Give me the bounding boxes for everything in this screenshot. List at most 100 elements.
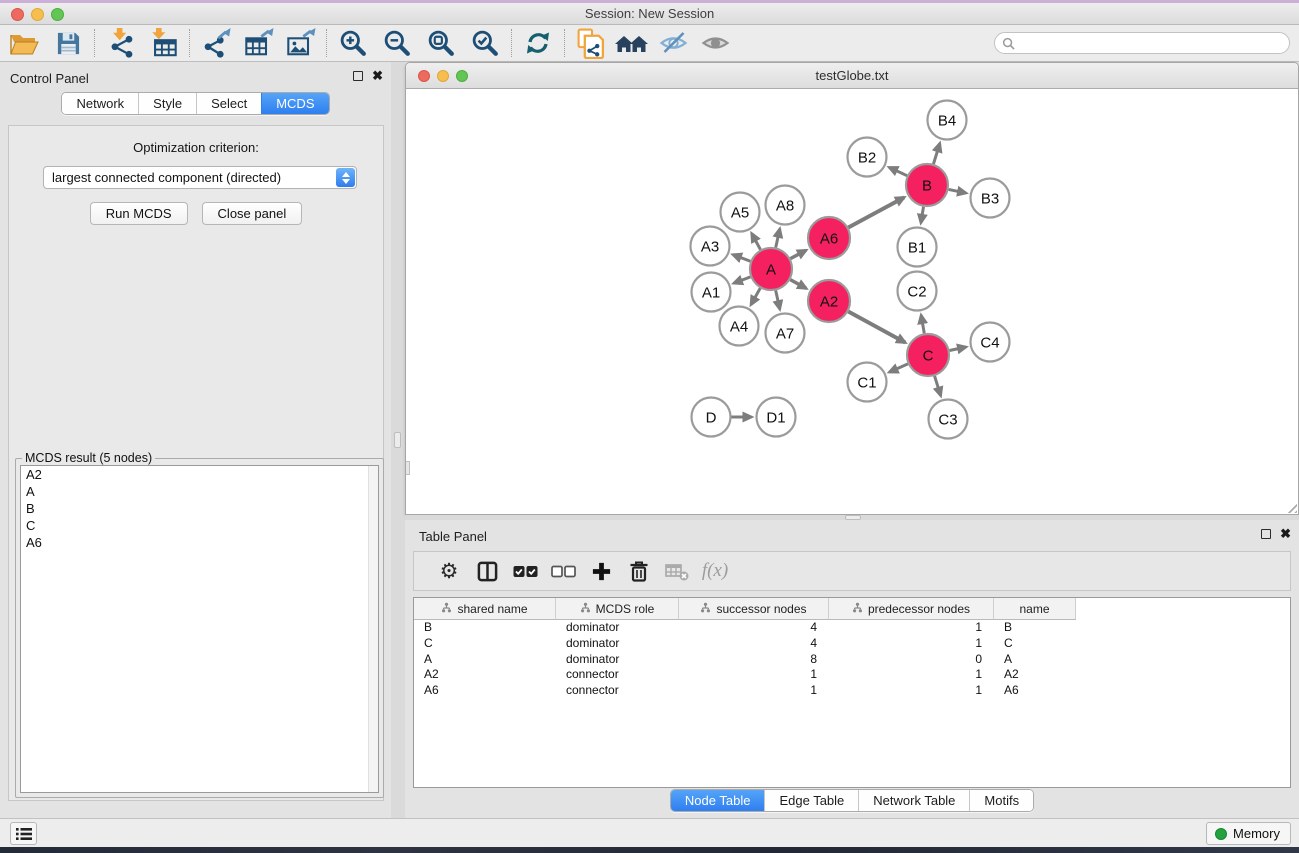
- network-canvas[interactable]: AA1A2A3A4A5A6A7A8BB1B2B3B4CC1C2C3C4DD1: [406, 89, 1298, 514]
- toggle-column-panel-icon[interactable]: [468, 554, 506, 588]
- graph-edge-A-A4[interactable]: [751, 288, 760, 304]
- result-list-item[interactable]: A: [21, 483, 378, 500]
- delete-table-icon[interactable]: [658, 554, 696, 588]
- table-cell: A2: [414, 667, 556, 683]
- graph-edge-A-A2[interactable]: [790, 280, 806, 289]
- task-history-button[interactable]: [10, 822, 37, 845]
- divider-handle[interactable]: [394, 432, 401, 448]
- table-row[interactable]: A6connector11A6: [414, 683, 1290, 699]
- float-panel-icon[interactable]: [1261, 529, 1271, 539]
- tab-mcds[interactable]: MCDS: [261, 93, 328, 114]
- tab-motifs[interactable]: Motifs: [969, 790, 1033, 811]
- status-bar: Memory: [0, 818, 1299, 847]
- refresh-icon[interactable]: [520, 27, 556, 59]
- zoom-fit-glyph: [427, 29, 455, 57]
- new-network-from-selection-icon[interactable]: [573, 27, 609, 59]
- graph-edge-A-A7[interactable]: [776, 290, 780, 309]
- graph-edge-A-A5[interactable]: [752, 234, 761, 250]
- scrollbar-track[interactable]: [368, 466, 378, 792]
- import-table-glyph: [148, 28, 179, 58]
- graph-edge-C-C1[interactable]: [889, 364, 907, 372]
- export-table-glyph: [243, 28, 274, 58]
- show-all-icon[interactable]: [697, 27, 733, 59]
- export-table-icon[interactable]: [240, 27, 276, 59]
- table-row[interactable]: Bdominator41B: [414, 620, 1290, 636]
- result-list-item[interactable]: B: [21, 500, 378, 517]
- add-column-icon[interactable]: [582, 554, 620, 588]
- optimization-dropdown[interactable]: largest connected component (directed): [43, 166, 357, 189]
- graph-edge-A-A3[interactable]: [733, 255, 750, 262]
- tab-edge-table[interactable]: Edge Table: [764, 790, 858, 811]
- save-session-icon[interactable]: [50, 27, 86, 59]
- result-list-item[interactable]: A2: [21, 466, 378, 483]
- zoom-in-glyph: [339, 29, 367, 57]
- attribute-type-icon: [852, 602, 863, 616]
- table-row[interactable]: Adominator80A: [414, 652, 1290, 668]
- graph-edge-A-A1[interactable]: [734, 277, 751, 283]
- graph-edge-A6-B[interactable]: [848, 197, 904, 227]
- export-image-icon[interactable]: [282, 27, 318, 59]
- column-header-MCDS-role[interactable]: MCDS role: [556, 598, 679, 620]
- graph-edge-B-B4[interactable]: [933, 143, 939, 164]
- table-cell: dominator: [556, 620, 679, 636]
- zoom-out-icon[interactable]: [379, 27, 415, 59]
- select-all-icon[interactable]: [506, 554, 544, 588]
- graph-node-label: C3: [938, 411, 957, 428]
- table-cell: A6: [994, 683, 1076, 699]
- column-header-successor-nodes[interactable]: successor nodes: [679, 598, 829, 620]
- graph-edge-B-B1[interactable]: [921, 207, 924, 223]
- search-field[interactable]: [1019, 36, 1289, 50]
- vertical-split-divider[interactable]: [391, 62, 405, 818]
- result-list-item[interactable]: C: [21, 517, 378, 534]
- open-file-icon[interactable]: [6, 27, 42, 59]
- graph-edge-B-B2[interactable]: [889, 167, 907, 175]
- graph-edge-A-A6[interactable]: [790, 250, 806, 258]
- table-row[interactable]: Cdominator41C: [414, 636, 1290, 652]
- column-header-name[interactable]: name: [994, 598, 1076, 620]
- table-cell: A2: [994, 667, 1076, 683]
- zoom-fit-icon[interactable]: [423, 27, 459, 59]
- memory-button[interactable]: Memory: [1206, 822, 1291, 845]
- import-network-icon[interactable]: [103, 27, 139, 59]
- graph-edge-A-A8[interactable]: [776, 229, 780, 248]
- hide-selected-icon[interactable]: [655, 27, 691, 59]
- column-header-predecessor-nodes[interactable]: predecessor nodes: [829, 598, 994, 620]
- mcds-result-legend: MCDS result (5 nodes): [22, 451, 155, 465]
- import-table-icon[interactable]: [145, 27, 181, 59]
- float-panel-icon[interactable]: [353, 71, 363, 81]
- result-list-item[interactable]: A6: [21, 534, 378, 551]
- close-panel-icon[interactable]: ✖: [372, 71, 383, 81]
- delete-column-icon[interactable]: [620, 554, 658, 588]
- graph-edge-C-C2[interactable]: [921, 315, 924, 333]
- column-header-shared-name[interactable]: shared name: [414, 598, 556, 620]
- zoom-in-icon[interactable]: [335, 27, 371, 59]
- graph-node-label: A3: [701, 238, 719, 255]
- network-window-titlebar[interactable]: testGlobe.txt: [406, 63, 1298, 89]
- settings-gear-icon[interactable]: ⚙: [430, 554, 468, 588]
- tab-style[interactable]: Style: [138, 93, 196, 114]
- graph-node-label: D1: [766, 409, 785, 426]
- graph-edge-C-C3[interactable]: [935, 376, 941, 396]
- first-neighbors-icon[interactable]: [613, 27, 649, 59]
- table-cell: 1: [679, 683, 829, 699]
- close-panel-icon[interactable]: ✖: [1280, 529, 1291, 539]
- function-builder-icon[interactable]: f(x): [696, 554, 734, 588]
- run-mcds-button[interactable]: Run MCDS: [90, 202, 188, 225]
- tab-network[interactable]: Network: [62, 93, 138, 114]
- table-cell: 1: [829, 620, 994, 636]
- tab-select[interactable]: Select: [196, 93, 261, 114]
- divider-handle[interactable]: [406, 461, 410, 475]
- graph-edge-A2-C[interactable]: [848, 312, 905, 343]
- zoom-selected-icon[interactable]: [467, 27, 503, 59]
- tab-node-table[interactable]: Node Table: [671, 790, 765, 811]
- graph-edge-C-C4[interactable]: [950, 347, 966, 350]
- app-titlebar[interactable]: Session: New Session: [0, 3, 1299, 25]
- export-network-icon[interactable]: [198, 27, 234, 59]
- tab-network-table[interactable]: Network Table: [858, 790, 969, 811]
- close-panel-button[interactable]: Close panel: [202, 202, 303, 225]
- table-row[interactable]: A2connector11A2: [414, 667, 1290, 683]
- search-input[interactable]: [994, 32, 1290, 54]
- deselect-all-icon[interactable]: [544, 554, 582, 588]
- graph-edge-B-B3[interactable]: [949, 189, 966, 193]
- table-tabs: Node TableEdge TableNetwork TableMotifs: [670, 789, 1034, 812]
